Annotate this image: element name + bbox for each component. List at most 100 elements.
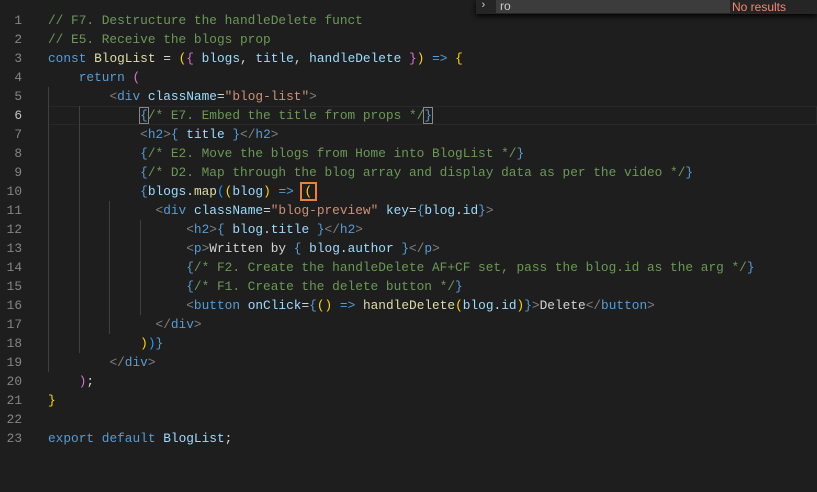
code-line[interactable]: 21}	[0, 391, 817, 410]
code-token: default	[101, 431, 156, 446]
code-line[interactable]: 20 );	[0, 372, 817, 391]
code-line[interactable]: 3 const BlogList = ({ blogs, title, handl…	[0, 49, 817, 68]
code-token: }	[524, 298, 532, 313]
code-line[interactable]: 12 <h2>{ blog.title }</h2>	[0, 220, 817, 239]
code-token: p	[193, 241, 202, 256]
code-token: {	[140, 184, 148, 199]
code-text: {blogs.map((blog) => (	[48, 182, 318, 201]
code-token: </	[409, 241, 425, 256]
code-line[interactable]: 19 </div>	[0, 353, 817, 372]
code-token: >	[270, 127, 279, 142]
code-token: p	[424, 241, 433, 256]
code-token: }	[423, 107, 433, 124]
code-token: }	[316, 222, 325, 237]
code-line[interactable]: 2 // E5. Receive the blogs prop	[0, 30, 817, 49]
code-line[interactable]: 5 <div className="blog-list">	[0, 87, 817, 106]
code-line[interactable]: 17 </div>	[0, 315, 817, 334]
code-token: >	[485, 203, 494, 218]
code-token: )	[147, 336, 156, 351]
code-token: =	[155, 51, 179, 66]
code-line[interactable]: 4 return (	[0, 68, 817, 87]
line-number: 17	[6, 317, 22, 332]
code-token: h2	[255, 127, 271, 142]
line-number: 12	[6, 222, 22, 237]
code-text: <h2>{ blog.title }</h2>	[48, 220, 363, 239]
find-input[interactable]: ro	[496, 0, 730, 13]
code-token: BlogList	[94, 51, 156, 66]
code-line[interactable]: 13 <p>Written by { blog.author }</p>	[0, 239, 817, 258]
code-line[interactable]: 10 {blogs.map((blog) => (	[0, 182, 817, 201]
code-text: return (	[48, 68, 140, 87]
code-line[interactable]: 15 {/* F1. Create the delete button */}	[0, 277, 817, 296]
code-token: (	[216, 184, 225, 199]
code-token: >	[531, 298, 540, 313]
code-token: const	[48, 51, 87, 66]
code-line[interactable]: 11 <div className="blog-preview" key={bl…	[0, 201, 817, 220]
code-token: (	[132, 70, 141, 85]
code-line[interactable]: 23 export default BlogList;	[0, 429, 817, 448]
code-text: // F7. Destructure the handleDelete func…	[48, 11, 363, 30]
code-token: "blog-preview"	[270, 203, 379, 218]
code-token: {	[216, 222, 225, 237]
code-token: Delete	[539, 298, 586, 313]
code-token: .	[263, 222, 271, 237]
code-token: /* D2. Map through the blog array and di…	[147, 165, 686, 180]
code-line[interactable]: 6 {/* E7. Embed the title from props */}	[0, 106, 817, 125]
line-number: 5	[14, 89, 22, 104]
code-token: handleDelete	[309, 51, 402, 66]
code-token: export	[48, 431, 95, 446]
chevron-right-icon[interactable]: ›	[480, 0, 487, 13]
code-token: // E5. Receive the blogs prop	[48, 32, 271, 47]
code-token: }	[455, 279, 463, 294]
code-text: </div>	[48, 315, 202, 334]
code-line[interactable]: 14 {/* F2. Create the handleDelete AF+CF…	[0, 258, 817, 277]
code-line[interactable]: 22	[0, 410, 817, 429]
code-token: }	[516, 146, 525, 161]
code-token: </	[324, 222, 340, 237]
code-line[interactable]: 8 {/* E2. Move the blogs from Home into …	[0, 144, 817, 163]
code-token: button	[601, 298, 648, 313]
code-line[interactable]: 16 <button onClick={() => handleDelete(b…	[0, 296, 817, 315]
code-editor[interactable]: 1 // F7. Destructure the handleDelete fun…	[0, 11, 817, 448]
code-token: className	[147, 89, 217, 104]
code-line[interactable]: 7 <h2>{ title }</h2>	[0, 125, 817, 144]
code-line[interactable]: 18 ))}	[0, 334, 817, 353]
line-number: 15	[6, 279, 22, 294]
line-number: 11	[6, 203, 22, 218]
line-number: 7	[14, 127, 22, 142]
code-token: }	[746, 260, 755, 275]
code-token: // F7. Destructure the handleDelete func…	[48, 13, 363, 28]
code-token: {	[455, 51, 463, 66]
code-token: blog	[232, 184, 264, 199]
code-line[interactable]: 9 {/* D2. Map through the blog array and…	[0, 163, 817, 182]
code-token: blogs	[147, 184, 187, 199]
code-text: }	[48, 391, 56, 410]
code-token: (	[316, 298, 325, 313]
line-number: 20	[6, 374, 22, 389]
code-token: <	[109, 89, 118, 104]
code-token: >	[163, 127, 171, 142]
code-token: </	[155, 317, 171, 332]
code-token: return	[78, 70, 125, 85]
code-text: const BlogList = ({ blogs, title, handle…	[48, 49, 463, 68]
line-number: 14	[6, 260, 22, 275]
code-token: {	[186, 51, 194, 66]
code-token: <	[186, 298, 194, 313]
code-token: >	[147, 355, 156, 370]
code-text: ))}	[48, 334, 163, 353]
code-token: "blog-list"	[224, 89, 310, 104]
code-token: {	[309, 298, 317, 313]
